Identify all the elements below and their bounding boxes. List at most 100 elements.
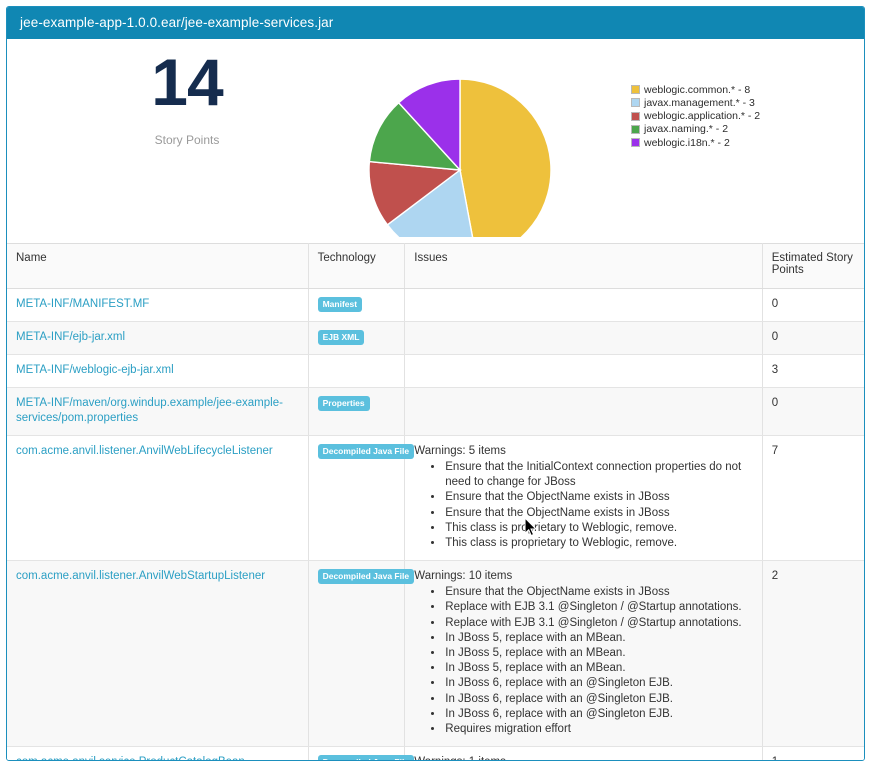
table-header: Name Technology Issues Estimated Story P… [7,244,864,289]
warning-item: Ensure that the ObjectName exists in JBo… [444,490,754,505]
cell-issues [405,388,763,436]
warning-item: Replace with EJB 3.1 @Singleton / @Start… [444,616,754,631]
cell-name: META-INF/weblogic-ejb-jar.xml [7,355,308,388]
legend-item[interactable]: javax.management.* - 3 [631,97,861,109]
file-name-link[interactable]: com.acme.anvil.service.ProductCatalogBea… [16,756,245,761]
legend-label: javax.naming.* - 2 [644,123,728,135]
warning-item: In JBoss 6, replace with an @Singleton E… [444,676,754,691]
story-points-value: 14 [107,45,267,119]
technology-badge: Decompiled Java File [318,444,414,459]
pie-chart-legend: weblogic.common.* - 8javax.management.* … [631,84,861,150]
column-header-name[interactable]: Name [7,244,308,289]
warnings-title: Warnings: 10 items [414,569,754,584]
package-pie-chart [362,41,562,237]
file-name-link[interactable]: META-INF/weblogic-ejb-jar.xml [16,364,174,376]
legend-item[interactable]: weblogic.common.* - 8 [631,84,861,96]
legend-label: javax.management.* - 3 [644,97,755,109]
table-row: META-INF/ejb-jar.xml EJB XML 0 [7,322,864,355]
cell-story-points: 0 [762,388,864,436]
technology-badge: EJB XML [318,330,365,345]
warnings-list: Ensure that the InitialContext connectio… [414,460,754,551]
cell-issues [405,322,763,355]
cell-issues [405,355,763,388]
warning-item: This class is proprietary to Weblogic, r… [444,521,754,536]
cell-technology: EJB XML [308,322,405,355]
warning-item: Requires migration effort [444,722,754,737]
pie-slice[interactable] [460,79,551,237]
summary-section: 14 Story Points weblogic.common.* - 8jav… [7,39,864,243]
cell-name: META-INF/MANIFEST.MF [7,289,308,322]
cell-technology: Decompiled Java File [308,747,405,761]
cell-story-points: 0 [762,322,864,355]
warning-item: In JBoss 6, replace with an @Singleton E… [444,692,754,707]
legend-item[interactable]: weblogic.application.* - 2 [631,110,861,122]
cell-story-points: 1 [762,747,864,761]
warning-item: Ensure that the ObjectName exists in JBo… [444,506,754,521]
cell-technology: Decompiled Java File [308,436,405,561]
technology-badge: Properties [318,396,370,411]
file-name-link[interactable]: META-INF/maven/org.windup.example/jee-ex… [16,397,283,424]
warning-item: In JBoss 5, replace with an MBean. [444,661,754,676]
story-points-summary: 14 Story Points [107,45,267,147]
file-issues-table: Name Technology Issues Estimated Story P… [7,243,864,761]
table-body: META-INF/MANIFEST.MFManifest0META-INF/ej… [7,289,864,762]
column-header-issues[interactable]: Issues [405,244,763,289]
legend-swatch-icon [631,112,640,121]
warning-item: Replace with EJB 3.1 @Singleton / @Start… [444,600,754,615]
cell-name: META-INF/ejb-jar.xml [7,322,308,355]
file-name-link[interactable]: META-INF/ejb-jar.xml [16,331,125,343]
report-panel: jee-example-app-1.0.0.ear/jee-example-se… [6,6,865,761]
legend-label: weblogic.application.* - 2 [644,110,760,122]
file-name-link[interactable]: com.acme.anvil.listener.AnvilWebLifecycl… [16,445,273,457]
cell-technology [308,355,405,388]
table-row: com.acme.anvil.service.ProductCatalogBea… [7,747,864,761]
legend-item[interactable]: weblogic.i18n.* - 2 [631,137,861,149]
table-row: com.acme.anvil.listener.AnvilWebLifecycl… [7,436,864,561]
file-name-link[interactable]: META-INF/MANIFEST.MF [16,298,149,310]
cell-story-points: 0 [762,289,864,322]
table-row: com.acme.anvil.listener.AnvilWebStartupL… [7,561,864,747]
cell-technology: Manifest [308,289,405,322]
legend-label: weblogic.common.* - 8 [644,84,750,96]
warnings-title: Warnings: 1 items [414,755,754,761]
column-header-technology[interactable]: Technology [308,244,405,289]
legend-label: weblogic.i18n.* - 2 [644,137,730,149]
legend-swatch-icon [631,98,640,107]
cell-story-points: 3 [762,355,864,388]
cell-name: com.acme.anvil.service.ProductCatalogBea… [7,747,308,761]
cell-technology: Decompiled Java File [308,561,405,747]
cell-name: META-INF/maven/org.windup.example/jee-ex… [7,388,308,436]
file-name-link[interactable]: com.acme.anvil.listener.AnvilWebStartupL… [16,570,265,582]
legend-swatch-icon [631,125,640,134]
cell-issues: Warnings: 10 itemsEnsure that the Object… [405,561,763,747]
pie-chart-svg [362,41,562,237]
cell-name: com.acme.anvil.listener.AnvilWebStartupL… [7,561,308,747]
warning-item: In JBoss 5, replace with an MBean. [444,631,754,646]
table-header-row: Name Technology Issues Estimated Story P… [7,244,864,289]
cell-issues: Warnings: 1 itemsRequires migration effo… [405,747,763,761]
warning-item: In JBoss 5, replace with an MBean. [444,646,754,661]
technology-badge: Manifest [318,297,362,312]
table-row: META-INF/maven/org.windup.example/jee-ex… [7,388,864,436]
warnings-list: Ensure that the ObjectName exists in JBo… [414,585,754,737]
legend-swatch-icon [631,138,640,147]
cell-technology: Properties [308,388,405,436]
column-header-story-points[interactable]: Estimated Story Points [762,244,864,289]
warning-item: In JBoss 6, replace with an @Singleton E… [444,707,754,722]
technology-badge: Decompiled Java File [318,569,414,584]
legend-item[interactable]: javax.naming.* - 2 [631,124,861,136]
warnings-title: Warnings: 5 items [414,444,754,459]
warning-item: This class is proprietary to Weblogic, r… [444,536,754,551]
panel-title: jee-example-app-1.0.0.ear/jee-example-se… [7,7,864,39]
cell-name: com.acme.anvil.listener.AnvilWebLifecycl… [7,436,308,561]
warning-item: Ensure that the InitialContext connectio… [444,460,754,490]
cell-issues: Warnings: 5 itemsEnsure that the Initial… [405,436,763,561]
legend-swatch-icon [631,85,640,94]
table-row: META-INF/MANIFEST.MF Manifest 0 [7,289,864,322]
warning-item: Ensure that the ObjectName exists in JBo… [444,585,754,600]
story-points-label: Story Points [107,133,267,147]
technology-badge: Decompiled Java File [318,755,414,761]
cell-story-points: 2 [762,561,864,747]
cell-story-points: 7 [762,436,864,561]
table-row: META-INF/weblogic-ejb-jar.xml 3 [7,355,864,388]
